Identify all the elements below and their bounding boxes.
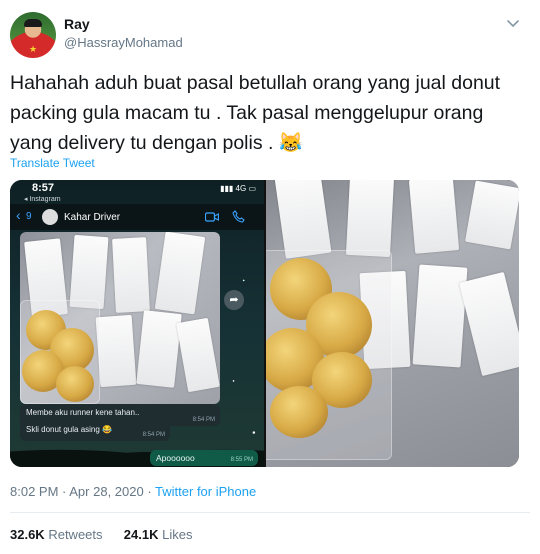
chat-avatar	[42, 209, 58, 225]
sugar-packet	[95, 314, 137, 388]
media-image-donut-photo[interactable]	[266, 180, 519, 467]
likes-stat[interactable]: 24.1K Likes	[124, 527, 193, 542]
retweets-stat[interactable]: 32.6K Retweets	[10, 527, 103, 542]
sugar-packet	[136, 310, 182, 388]
retweets-label: Retweets	[48, 527, 103, 542]
meta-separator: ·	[58, 484, 70, 499]
avatar-star-icon: ★	[29, 44, 38, 54]
chat-header: ‹ 9 Kahar Driver	[10, 204, 264, 230]
phone-call-icon	[232, 210, 245, 223]
avatar-hair	[24, 19, 42, 27]
status-time: 8:57	[32, 182, 55, 194]
chat-photo-donuts	[20, 232, 220, 404]
donut	[56, 366, 94, 402]
chevron-down-icon[interactable]	[506, 16, 520, 30]
divider	[10, 512, 530, 513]
tweet-text: Hahahah aduh buat pasal betullah orang y…	[10, 72, 501, 154]
media-image-chat-screenshot[interactable]: 8:57 ◂ Instagram ▮▮▮ 4G ▭ ‹ 9 Kahar Driv…	[10, 180, 264, 467]
tweet-client-link[interactable]: Twitter for iPhone	[155, 484, 256, 499]
network-label: 4G	[235, 184, 247, 193]
translate-tweet-link[interactable]: Translate Tweet	[10, 156, 95, 170]
meta-separator: ·	[143, 484, 156, 499]
sugar-packet	[176, 317, 220, 393]
sugar-packet	[274, 180, 332, 259]
user-handle[interactable]: @HassrayMohamad	[64, 35, 183, 50]
tweet-time[interactable]: 8:02 PM	[10, 484, 58, 499]
tweet-stats: 32.6K Retweets 24.1K Likes	[10, 527, 192, 542]
chat-message-text: Skli donut gula asing 😂	[26, 425, 113, 434]
sugar-packet	[345, 180, 395, 258]
likes-count: 24.1K	[123, 527, 159, 542]
retweets-count: 32.6K	[10, 527, 45, 542]
status-back-app: ◂ Instagram	[24, 196, 61, 203]
tweet-meta: 8:02 PM · Apr 28, 2020 · Twitter for iPh…	[10, 484, 256, 499]
tweet-date[interactable]: Apr 28, 2020	[69, 484, 143, 499]
tweet-media[interactable]: 8:57 ◂ Instagram ▮▮▮ 4G ▭ ‹ 9 Kahar Driv…	[10, 180, 519, 467]
status-network: ▮▮▮ 4G ▭	[220, 184, 256, 193]
video-call-icon	[205, 212, 219, 222]
chat-message-time: 8:54 PM	[192, 417, 215, 423]
sugar-packet	[464, 180, 519, 250]
sugar-packet	[112, 237, 150, 313]
display-name[interactable]: Ray	[64, 16, 90, 32]
back-count: 9	[26, 211, 32, 222]
chat-reply-text: Apoooooo	[156, 453, 195, 463]
chat-message-text: Membe aku runner kene tahan..	[26, 408, 140, 417]
chat-name: Kahar Driver	[64, 212, 121, 223]
likes-label: Likes	[162, 527, 193, 542]
sugar-packet	[69, 234, 109, 310]
sugar-packet	[408, 180, 460, 254]
sugar-packet	[459, 271, 519, 377]
forward-icon: ➦	[224, 290, 244, 310]
profile-avatar[interactable]: ★	[10, 12, 56, 58]
chat-reply: Apoooooo 8:55 PM	[150, 450, 258, 466]
sugar-packet	[154, 232, 206, 315]
back-icon: ‹	[16, 207, 21, 223]
sugar-packet	[412, 264, 468, 368]
chat-reply-time: 8:55 PM	[230, 457, 253, 463]
donut	[270, 386, 328, 438]
